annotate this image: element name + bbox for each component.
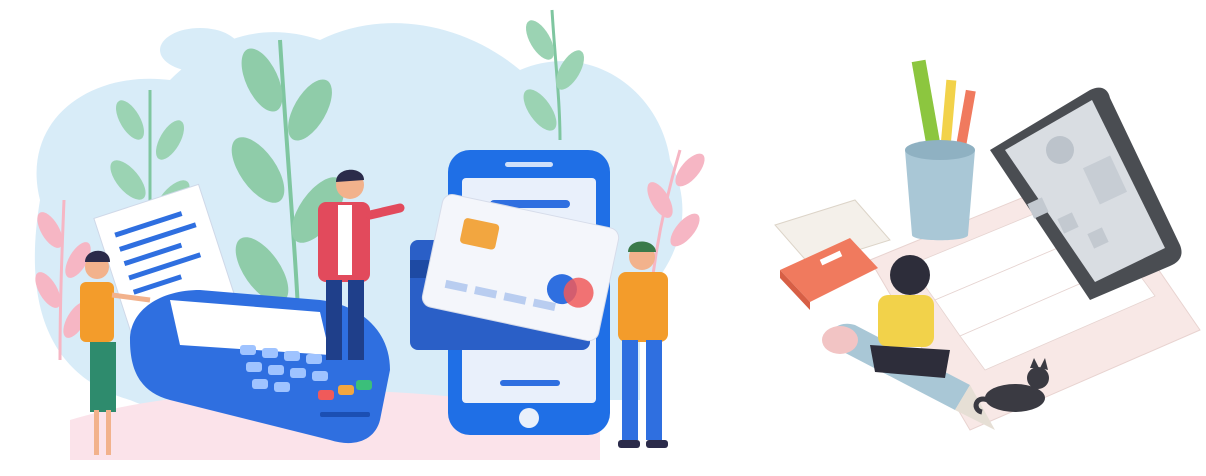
payment-illustration: [0, 0, 720, 476]
workspace-illustration: [760, 0, 1206, 476]
pencil-cup-icon: [905, 59, 976, 241]
payment-scene-svg: [34, 9, 705, 460]
man-right-figure: [618, 241, 668, 448]
workspace-scene-svg: [774, 59, 1201, 431]
background-blob-top: [160, 28, 240, 72]
